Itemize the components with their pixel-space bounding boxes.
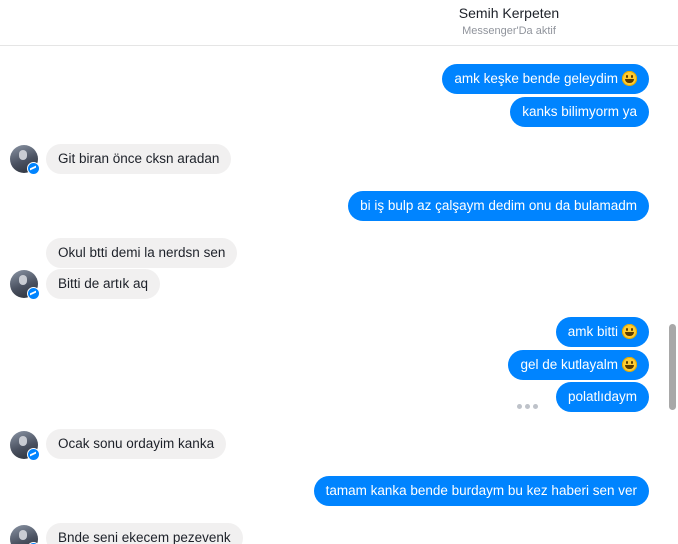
more-dots-icon[interactable] bbox=[517, 396, 541, 414]
grinning-face-icon bbox=[622, 324, 637, 339]
contact-name[interactable]: Semih Kerpeten bbox=[0, 5, 678, 21]
message-bubble-incoming[interactable]: Git biran önce cksn aradan bbox=[46, 144, 232, 174]
message-text: Ocak sonu ordayim kanka bbox=[58, 436, 215, 451]
message-text: amk bitti bbox=[567, 324, 618, 339]
grinning-face-icon bbox=[622, 71, 637, 86]
message-bubble-incoming[interactable]: Bitti de artık aq bbox=[46, 269, 161, 299]
message-text: bi iş bulp az çalşaym dedim onu da bulam… bbox=[360, 198, 637, 213]
message-bubble-incoming[interactable]: Ocak sonu ordayim kanka bbox=[46, 429, 227, 459]
message-text: Okul btti demi la nerdsn sen bbox=[58, 245, 226, 260]
message-text: kanks bilimyorm ya bbox=[522, 104, 637, 119]
message-text: Bitti de artık aq bbox=[58, 276, 149, 291]
message-bubble-outgoing[interactable]: polatlıdaym bbox=[555, 382, 649, 412]
message-text: amk keşke bende geleydim bbox=[454, 71, 618, 86]
message-bubble-incoming[interactable]: Okul btti demi la nerdsn sen bbox=[46, 238, 238, 268]
scrollbar-thumb[interactable] bbox=[669, 324, 676, 410]
message-bubble-outgoing[interactable]: kanks bilimyorm ya bbox=[510, 97, 649, 127]
message-text: polatlıdaym bbox=[567, 389, 637, 404]
contact-avatar[interactable] bbox=[10, 431, 40, 461]
message-bubble-outgoing[interactable]: gel de kutlayalm bbox=[508, 350, 649, 380]
messenger-icon bbox=[27, 448, 40, 461]
message-bubble-outgoing[interactable]: amk bitti bbox=[555, 317, 649, 347]
active-status: Messenger'Da aktif bbox=[462, 25, 556, 37]
contact-avatar[interactable] bbox=[10, 145, 40, 175]
message-bubble-outgoing[interactable]: amk keşke bende geleydim bbox=[442, 64, 649, 94]
grinning-face-icon bbox=[622, 357, 637, 372]
scrollbar-track[interactable] bbox=[666, 46, 678, 544]
message-text: Git biran önce cksn aradan bbox=[58, 151, 220, 166]
message-text: tamam kanka bende burdaym bu kez haberi … bbox=[325, 483, 637, 498]
message-bubble-outgoing[interactable]: bi iş bulp az çalşaym dedim onu da bulam… bbox=[348, 191, 649, 221]
contact-avatar[interactable] bbox=[10, 270, 40, 300]
messenger-icon bbox=[27, 162, 40, 175]
message-bubble-outgoing[interactable]: tamam kanka bende burdaym bu kez haberi … bbox=[313, 476, 649, 506]
message-text: Bnde seni ekecem pezevenk bbox=[58, 530, 231, 544]
message-list: amk keşke bende geleydim kanks bilimyorm… bbox=[0, 46, 665, 544]
contact-avatar[interactable] bbox=[10, 525, 40, 544]
messenger-icon bbox=[27, 287, 40, 300]
message-bubble-incoming[interactable]: Bnde seni ekecem pezevenk bbox=[46, 523, 243, 544]
chat-header: Semih Kerpeten Messenger'Da aktif bbox=[0, 0, 678, 46]
message-text: gel de kutlayalm bbox=[520, 357, 618, 372]
